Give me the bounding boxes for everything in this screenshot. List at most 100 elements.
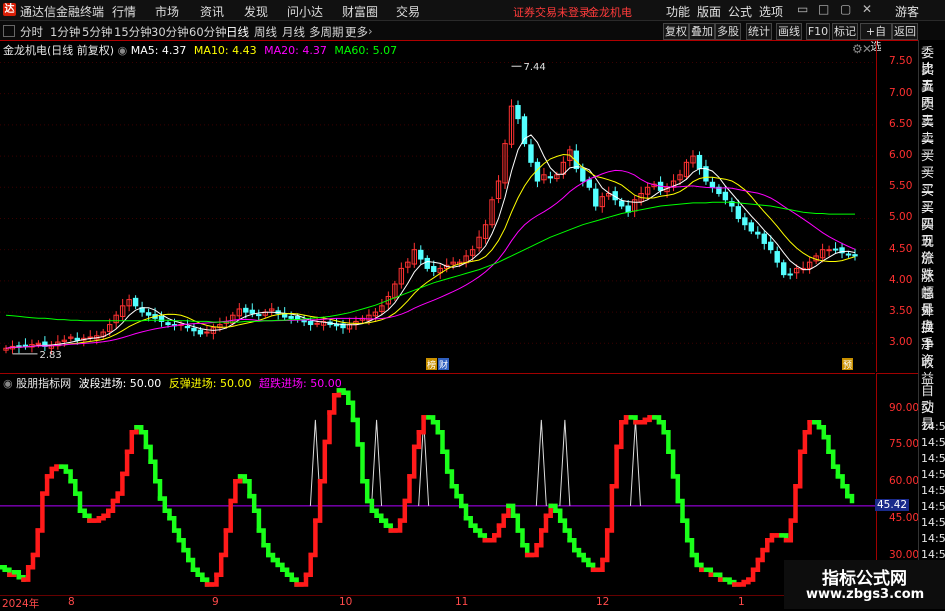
indicator-segment bbox=[327, 393, 337, 415]
entry-spike bbox=[559, 419, 571, 506]
trade-time: 14:56 bbox=[921, 452, 945, 465]
candle-body bbox=[301, 320, 307, 323]
candle-body bbox=[288, 315, 294, 319]
statistics-button[interactable]: 统计 bbox=[746, 23, 772, 40]
toolbar-handle-icon[interactable] bbox=[3, 25, 15, 37]
adjust-button[interactable]: 复权 bbox=[663, 23, 689, 40]
watermark-logo: 指标公式网 www.zbgs3.com bbox=[784, 560, 945, 609]
trade-time: 14:56 bbox=[921, 500, 945, 513]
candle-body bbox=[418, 249, 424, 260]
candle-body bbox=[696, 154, 703, 170]
candle-body bbox=[755, 231, 761, 235]
date-label: 1 bbox=[738, 596, 745, 608]
period-tab-5min[interactable]: 5分钟 bbox=[82, 24, 112, 40]
overlay-button[interactable]: 叠加 bbox=[689, 23, 715, 40]
price-tick: 4.50 bbox=[889, 242, 913, 255]
indicator-segment bbox=[251, 508, 262, 533]
candle-body bbox=[618, 200, 625, 207]
user-guest[interactable]: 游客 bbox=[895, 3, 919, 20]
indicator-tick: 45.00 bbox=[889, 512, 920, 525]
candle-body bbox=[852, 254, 858, 257]
restore-icon[interactable]: □ bbox=[818, 2, 829, 16]
candle-body bbox=[832, 248, 839, 251]
multi-stock-button[interactable]: 多股 bbox=[715, 23, 741, 40]
period-tab-timeshare[interactable]: 分时 bbox=[20, 24, 43, 40]
date-label: 9 bbox=[212, 596, 219, 608]
quote-field-label: 收益 bbox=[921, 355, 935, 387]
indicator-segment bbox=[661, 429, 671, 455]
menu-formula[interactable]: 公式 bbox=[728, 3, 752, 20]
low-price-label: 2.83 bbox=[39, 350, 61, 361]
mark-button[interactable]: 标记 bbox=[832, 23, 858, 40]
indicator-segment bbox=[666, 449, 676, 479]
period-tab-weekly[interactable]: 周线 bbox=[254, 24, 277, 40]
trade-time: 14:56 bbox=[921, 484, 945, 497]
close-icon[interactable]: ✕ bbox=[862, 2, 872, 16]
legend-toggle-icon[interactable]: ◉ bbox=[3, 377, 13, 390]
period-tab-daily[interactable]: 日线 bbox=[226, 24, 249, 40]
draw-line-button[interactable]: 画线 bbox=[776, 23, 802, 40]
candle-body bbox=[748, 222, 755, 232]
candlestick-chart[interactable]: 7.44 2.83 榜财 预 bbox=[0, 40, 875, 372]
menu-options[interactable]: 选项 bbox=[759, 3, 783, 20]
title-bar: 达 通达信金融终端 行情 市场 资讯 发现 问小达 财富圈 交易 证券交易未登录… bbox=[0, 0, 945, 21]
indicator-segment bbox=[346, 400, 356, 423]
chevron-right-icon[interactable]: › bbox=[368, 24, 373, 38]
menu-function[interactable]: 功能 bbox=[666, 3, 690, 20]
rebound-entry-label: 反弹进场: 50.00 bbox=[168, 377, 252, 390]
candle-body bbox=[547, 176, 554, 179]
price-tick: 5.00 bbox=[889, 211, 913, 224]
add-watchlist-button[interactable]: +自选 bbox=[860, 23, 892, 53]
period-tab-more[interactable]: 更多 bbox=[345, 24, 368, 40]
indicator-segment bbox=[355, 442, 365, 484]
menu-market[interactable]: 市场 bbox=[155, 3, 179, 20]
period-tab-1min[interactable]: 1分钟 bbox=[50, 24, 80, 40]
period-tab-multi[interactable]: 多周期 bbox=[309, 24, 344, 40]
period-toolbar: 分时 1分钟 5分钟 15分钟 30分钟 60分钟 日线 周线 月线 多周期 更… bbox=[0, 21, 945, 53]
menu-ask[interactable]: 问小达 bbox=[287, 3, 323, 20]
period-tab-monthly[interactable]: 月线 bbox=[282, 24, 305, 40]
menu-news[interactable]: 资讯 bbox=[200, 3, 224, 20]
price-tick: 7.00 bbox=[889, 86, 913, 99]
main-chart-legend: 金龙机电(日线 前复权) ◉ MA5: 4.37 MA10: 4.43 MA20… bbox=[3, 42, 397, 58]
close-pane-icon[interactable]: ✕ bbox=[862, 42, 872, 56]
menu-discover[interactable]: 发现 bbox=[244, 3, 268, 20]
candle-body bbox=[307, 320, 314, 326]
f10-button[interactable]: F10 bbox=[806, 23, 830, 40]
price-tick: 6.50 bbox=[889, 117, 913, 130]
indicator-segment bbox=[680, 518, 690, 543]
indicator-tick: 90.00 bbox=[889, 401, 920, 414]
indicator-segment bbox=[228, 479, 238, 504]
indicator-segment bbox=[407, 444, 417, 479]
event-badge-label: 榜 bbox=[427, 359, 436, 371]
legend-toggle-icon[interactable]: ◉ bbox=[118, 44, 128, 57]
current-stock-name: 金龙机电 bbox=[588, 6, 632, 19]
candle-body bbox=[774, 251, 780, 263]
trade-login-warning[interactable]: 证券交易未登录 bbox=[513, 4, 590, 20]
date-label: 11 bbox=[455, 596, 469, 608]
trade-time: 14:56 bbox=[921, 468, 945, 481]
period-tab-15min[interactable]: 15分钟 bbox=[114, 24, 152, 40]
minimize-icon[interactable]: ▭ bbox=[797, 2, 808, 16]
menu-quotes[interactable]: 行情 bbox=[112, 3, 136, 20]
indicator-tick: 75.00 bbox=[889, 438, 920, 451]
event-badge-label: 预 bbox=[843, 360, 852, 371]
candle-body bbox=[768, 241, 774, 251]
indicator-chart[interactable] bbox=[0, 373, 875, 595]
back-button[interactable]: 返回 bbox=[892, 23, 918, 40]
indicator-segment bbox=[30, 528, 40, 558]
candle-body bbox=[709, 181, 716, 188]
candle-body bbox=[74, 337, 80, 341]
candle-body bbox=[781, 262, 787, 276]
period-tab-30min[interactable]: 30分钟 bbox=[151, 24, 189, 40]
menu-layout[interactable]: 版面 bbox=[697, 3, 721, 20]
candle-body bbox=[586, 179, 592, 188]
price-tick: 7.50 bbox=[889, 55, 913, 68]
indicator-segment bbox=[73, 491, 83, 514]
maximize-icon[interactable]: ▢ bbox=[840, 2, 851, 16]
menu-wealth-circle[interactable]: 财富圈 bbox=[342, 3, 378, 20]
event-badge-label: 财 bbox=[439, 359, 448, 371]
menu-trade[interactable]: 交易 bbox=[396, 3, 420, 20]
period-tab-60min[interactable]: 60分钟 bbox=[189, 24, 227, 40]
indicator-segment bbox=[35, 491, 45, 533]
